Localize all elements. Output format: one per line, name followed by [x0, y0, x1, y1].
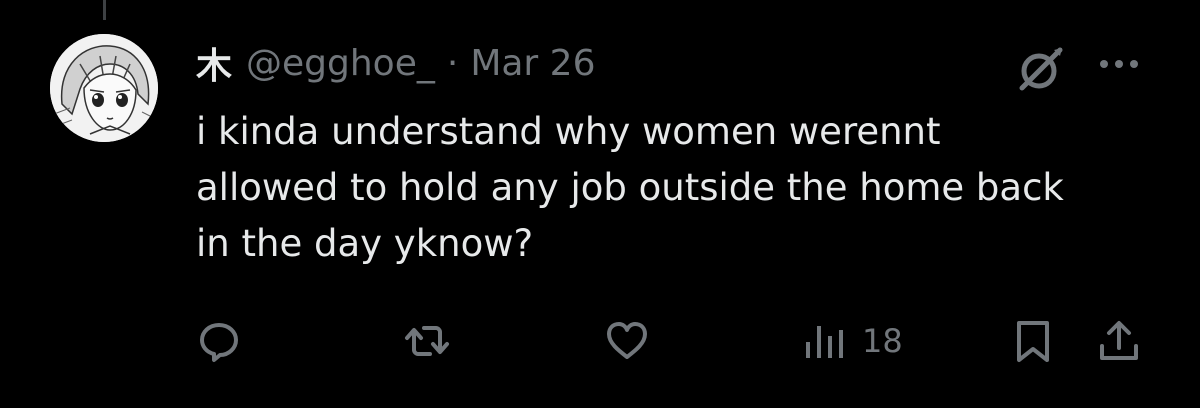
author-handle[interactable]: @egghoe_ [246, 43, 435, 84]
tweet-header: 木 @egghoe_ · Mar 26 [196, 37, 596, 89]
tweet-text: i kinda understand why women werennt all… [196, 110, 1064, 265]
author-display-name[interactable]: 木 [196, 37, 232, 89]
separator-dot: · [446, 42, 459, 84]
avatar[interactable] [50, 34, 158, 142]
bookmark-button[interactable] [1010, 318, 1056, 364]
like-button[interactable] [604, 318, 650, 364]
reply-icon [200, 323, 238, 362]
grok-icon[interactable] [1014, 42, 1068, 96]
bookmark-icon [1017, 321, 1049, 362]
tweet-date[interactable]: Mar 26 [470, 43, 595, 84]
heart-icon [607, 322, 647, 359]
manga-girl-avatar-image [50, 34, 158, 142]
share-button[interactable] [1096, 318, 1142, 364]
views-button[interactable]: 18 [802, 318, 903, 364]
views-icon [806, 326, 843, 358]
retweet-button[interactable] [404, 318, 450, 364]
reply-button[interactable] [196, 318, 242, 364]
more-icon[interactable] [1096, 52, 1142, 76]
share-icon [1100, 321, 1138, 360]
views-count: 18 [862, 322, 903, 360]
thread-connector-line [103, 0, 106, 20]
retweet-icon [405, 326, 449, 356]
